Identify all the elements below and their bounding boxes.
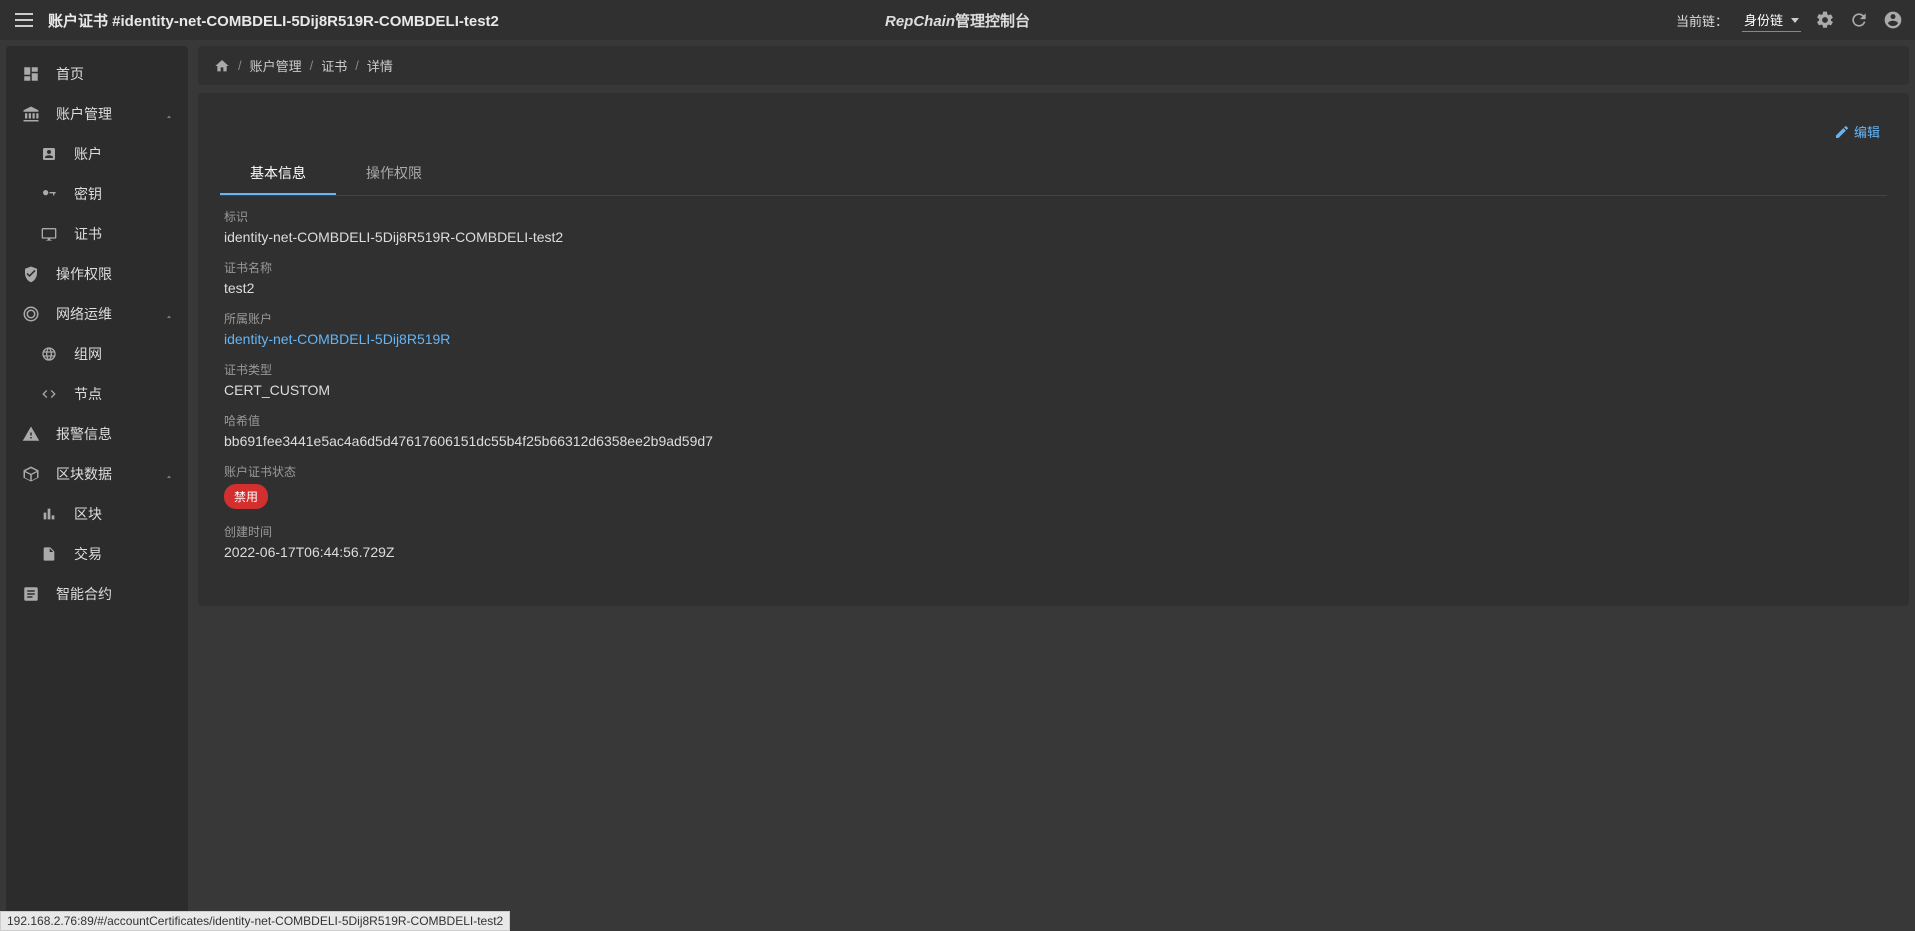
field-value: bb691fee3441e5ac4a6d5d47617606151dc55b4f…	[224, 433, 1883, 449]
status-badge: 禁用	[224, 484, 268, 509]
field-label: 哈希值	[224, 412, 1883, 429]
sidebar-item-label: 网络运维	[56, 304, 112, 324]
brand-suffix: 管理控制台	[955, 13, 1030, 30]
breadcrumb: / 账户管理 / 证书 / 详情	[198, 46, 1909, 85]
field-value-link[interactable]: identity-net-COMBDELI-5Dij8R519R	[224, 331, 1883, 347]
sidebar-item-label: 首页	[56, 64, 84, 84]
sidebar-item-certificate[interactable]: 证书	[6, 214, 188, 254]
breadcrumb-sep: /	[310, 58, 314, 73]
hamburger-menu-icon[interactable]	[12, 8, 36, 32]
breadcrumb-account-mgmt[interactable]: 账户管理	[250, 56, 302, 75]
sidebar-item-network[interactable]: 组网	[6, 334, 188, 374]
detail-card: 编辑 基本信息 操作权限 标识 identity-net-COMBDELI-5D…	[198, 93, 1909, 606]
account-icon[interactable]	[1883, 10, 1903, 30]
sidebar-item-account-mgmt[interactable]: 账户管理	[6, 94, 188, 134]
sidebar-item-transaction[interactable]: 交易	[6, 534, 188, 574]
header-right: 当前链： 身份链	[1676, 8, 1903, 32]
browser-status-bar: 192.168.2.76:89/#/accountCertificates/id…	[0, 911, 510, 931]
sidebar-item-smart-contract[interactable]: 智能合约	[6, 574, 188, 614]
gear-icon[interactable]	[1815, 10, 1835, 30]
chain-select-value: 身份链	[1742, 8, 1801, 32]
home-icon[interactable]	[214, 58, 230, 74]
sidebar-item-label: 交易	[74, 544, 102, 564]
dashboard-icon	[20, 65, 42, 83]
edit-button[interactable]: 编辑	[1825, 117, 1889, 146]
field-value: 2022-06-17T06:44:56.729Z	[224, 544, 1883, 560]
tab-operation-perm[interactable]: 操作权限	[336, 153, 452, 195]
breadcrumb-detail: 详情	[367, 56, 393, 75]
article-icon	[20, 585, 42, 603]
brand-italic: RepChain	[885, 13, 955, 30]
cube-icon	[20, 465, 42, 483]
sidebar-item-label: 智能合约	[56, 584, 112, 604]
bank-icon	[20, 105, 42, 123]
monitor-icon	[38, 226, 60, 242]
app-brand: RepChain管理控制台	[885, 10, 1030, 31]
field-label: 账户证书状态	[224, 463, 1883, 480]
sidebar-item-account[interactable]: 账户	[6, 134, 188, 174]
sidebar-item-network-ops[interactable]: 网络运维	[6, 294, 188, 334]
field-label: 证书名称	[224, 259, 1883, 276]
sidebar-item-label: 组网	[74, 344, 102, 364]
refresh-icon[interactable]	[1849, 10, 1869, 30]
sidebar-item-label: 区块数据	[56, 464, 112, 484]
code-icon	[38, 386, 60, 402]
field-status: 账户证书状态 禁用	[224, 463, 1883, 509]
sidebar-item-label: 节点	[74, 384, 102, 404]
sidebar-item-label: 密钥	[74, 184, 102, 204]
chevron-up-icon	[164, 469, 174, 479]
sidebar-item-node[interactable]: 节点	[6, 374, 188, 414]
warning-icon	[20, 425, 42, 443]
sidebar-item-label: 账户管理	[56, 104, 112, 124]
key-icon	[38, 186, 60, 202]
field-value: CERT_CUSTOM	[224, 382, 1883, 398]
chain-select[interactable]: 身份链	[1742, 8, 1801, 32]
app-header: 账户证书 #identity-net-COMBDELI-5Dij8R519R-C…	[0, 0, 1915, 40]
sidebar-item-key[interactable]: 密钥	[6, 174, 188, 214]
sidebar-item-label: 操作权限	[56, 264, 112, 284]
chevron-up-icon	[164, 309, 174, 319]
sidebar-item-operation-perm[interactable]: 操作权限	[6, 254, 188, 294]
document-icon	[38, 546, 60, 562]
main-content: / 账户管理 / 证书 / 详情 编辑 基本信息 操作权限 标识 identit…	[188, 40, 1915, 931]
page-title: 账户证书 #identity-net-COMBDELI-5Dij8R519R-C…	[48, 10, 499, 31]
tab-basic-info[interactable]: 基本信息	[220, 153, 336, 195]
tabs: 基本信息 操作权限	[220, 153, 1887, 196]
current-chain-label: 当前链：	[1676, 11, 1728, 30]
person-icon	[38, 146, 60, 162]
chevron-up-icon	[164, 109, 174, 119]
field-hash: 哈希值 bb691fee3441e5ac4a6d5d47617606151dc5…	[224, 412, 1883, 449]
breadcrumb-sep: /	[355, 58, 359, 73]
field-value: test2	[224, 280, 1883, 296]
sidebar-item-label: 证书	[74, 224, 102, 244]
field-create-time: 创建时间 2022-06-17T06:44:56.729Z	[224, 523, 1883, 560]
details-panel: 标识 identity-net-COMBDELI-5Dij8R519R-COMB…	[208, 196, 1899, 586]
field-cert-name: 证书名称 test2	[224, 259, 1883, 296]
field-owner-account: 所属账户 identity-net-COMBDELI-5Dij8R519R	[224, 310, 1883, 347]
field-value: identity-net-COMBDELI-5Dij8R519R-COMBDEL…	[224, 229, 1883, 245]
field-label: 证书类型	[224, 361, 1883, 378]
globe-icon	[38, 346, 60, 362]
shield-icon	[20, 265, 42, 283]
sidebar-item-label: 报警信息	[56, 424, 112, 444]
breadcrumb-sep: /	[238, 58, 242, 73]
edit-button-label: 编辑	[1854, 122, 1880, 141]
sidebar-item-block-data[interactable]: 区块数据	[6, 454, 188, 494]
field-identifier: 标识 identity-net-COMBDELI-5Dij8R519R-COMB…	[224, 208, 1883, 245]
pencil-icon	[1834, 124, 1850, 140]
field-label: 创建时间	[224, 523, 1883, 540]
bars-icon	[38, 506, 60, 522]
field-label: 所属账户	[224, 310, 1883, 327]
sidebar-item-alert-info[interactable]: 报警信息	[6, 414, 188, 454]
sidebar: 首页 账户管理 账户 密钥 证书 操作权限 网络运维	[6, 46, 188, 931]
field-cert-type: 证书类型 CERT_CUSTOM	[224, 361, 1883, 398]
sidebar-item-label: 账户	[74, 144, 102, 164]
target-icon	[20, 305, 42, 323]
breadcrumb-certificate[interactable]: 证书	[321, 56, 347, 75]
sidebar-item-block[interactable]: 区块	[6, 494, 188, 534]
sidebar-item-label: 区块	[74, 504, 102, 524]
field-label: 标识	[224, 208, 1883, 225]
sidebar-item-home[interactable]: 首页	[6, 54, 188, 94]
